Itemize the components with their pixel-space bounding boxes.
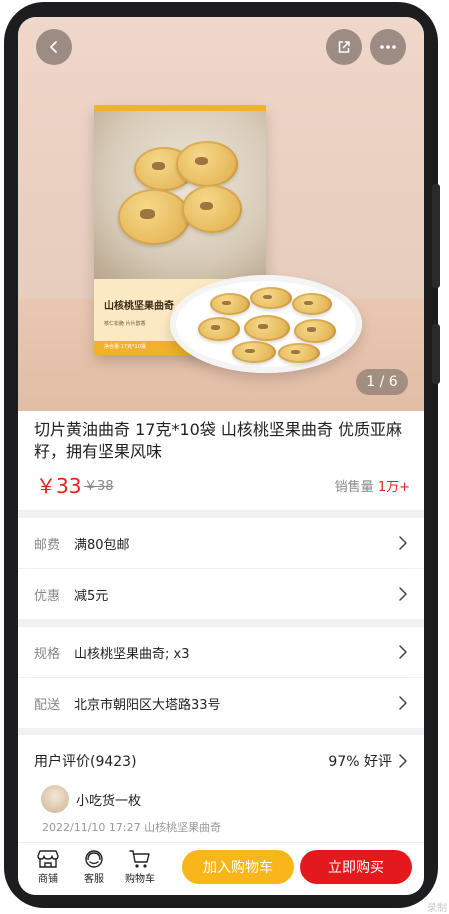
discount-label: 优惠 xyxy=(34,588,61,604)
avatar xyxy=(41,785,69,813)
cookie-plate-image xyxy=(170,275,362,373)
cookie-image xyxy=(118,189,190,245)
more-button[interactable] xyxy=(370,29,406,65)
delivery-row[interactable]: 配送 北京市朝阳区大塔路33号 xyxy=(18,678,424,728)
cookie-image xyxy=(210,293,250,315)
buy-now-button[interactable]: 立即购买 xyxy=(300,850,412,884)
share-button[interactable] xyxy=(326,29,362,65)
image-page-indicator: 1 / 6 xyxy=(356,369,408,395)
cookie-image xyxy=(278,343,320,363)
power-button xyxy=(432,324,440,384)
product-info-card: 切片黄油曲奇 17克*10袋 山核桃坚果曲奇 优质亚麻籽，拥有坚果风味 ￥33 … xyxy=(18,411,424,510)
sales-volume: 销售量 1万+ xyxy=(335,476,410,495)
shipping-label: 邮费 xyxy=(34,537,61,553)
delivery-label: 配送 xyxy=(34,697,61,713)
chevron-right-icon xyxy=(399,536,407,550)
store-icon xyxy=(37,850,59,868)
current-price: ￥33 xyxy=(36,474,82,498)
back-button[interactable] xyxy=(36,29,72,65)
sales-label: 销售量 xyxy=(334,480,374,495)
spec-label: 规格 xyxy=(34,646,61,662)
cookie-image xyxy=(176,141,238,187)
package-subtitle: 核仁松脆 片片醇香 xyxy=(104,321,146,327)
cookie-image xyxy=(198,317,240,341)
cookie-image xyxy=(294,319,336,343)
product-title: 切片黄油曲奇 17克*10袋 山核桃坚果曲奇 优质亚麻籽，拥有坚果风味 xyxy=(34,420,402,461)
shop-button[interactable]: 商铺 xyxy=(28,849,68,885)
service-label: 客服 xyxy=(84,874,104,885)
discount-value: 减5元 xyxy=(74,588,109,604)
cookie-image xyxy=(292,293,332,315)
chevron-right-icon xyxy=(399,754,407,768)
package-title: 山核桃坚果曲奇 xyxy=(104,301,174,312)
chevron-right-icon xyxy=(399,645,407,659)
delivery-address: 北京市朝阳区大塔路33号 xyxy=(74,697,221,713)
phone-frame: 山核桃坚果曲奇 核仁松脆 片片醇香 净含量:17克*10袋 1 / 6 切片黄油… xyxy=(4,2,440,908)
discount-row[interactable]: 优惠 减5元 xyxy=(18,569,424,619)
reviews-header: 用户评价(9423) xyxy=(34,754,137,770)
more-icon xyxy=(380,45,396,49)
shopping-cart-icon xyxy=(129,850,150,868)
reviews-section[interactable]: 用户评价(9423) 97% 好评 小吃货一枚 2022/11/10 17:27… xyxy=(18,735,424,845)
cookie-image xyxy=(250,287,292,309)
cart-label: 购物车 xyxy=(125,874,155,885)
service-button[interactable]: 客服 xyxy=(74,849,114,885)
cookie-image xyxy=(244,315,290,341)
spec-row[interactable]: 规格 山核桃坚果曲奇; x3 xyxy=(18,627,424,677)
chevron-left-icon xyxy=(50,41,57,53)
cookie-image xyxy=(232,341,276,363)
share-icon xyxy=(338,41,350,53)
bottom-action-bar: 商铺 客服 购物车 加入购物车 立即购买 xyxy=(18,842,424,895)
spec-value: 山核桃坚果曲奇; x3 xyxy=(74,646,190,662)
package-photo xyxy=(94,111,266,279)
shipping-value: 满80包邮 xyxy=(74,537,130,553)
recording-watermark: 录制 xyxy=(427,903,447,914)
chevron-right-icon xyxy=(399,587,407,601)
cart-button[interactable]: 购物车 xyxy=(120,849,160,885)
shop-label: 商铺 xyxy=(38,874,58,885)
cookie-image xyxy=(182,185,242,233)
package-net-weight: 净含量:17克*10袋 xyxy=(104,344,146,350)
original-price: ￥38 xyxy=(84,479,114,494)
add-to-cart-button[interactable]: 加入购物车 xyxy=(182,850,294,884)
volume-button xyxy=(432,184,440,288)
app-screen: 山核桃坚果曲奇 核仁松脆 片片醇香 净含量:17克*10袋 1 / 6 切片黄油… xyxy=(18,17,424,895)
customer-service-icon xyxy=(85,850,103,868)
shipping-row[interactable]: 邮费 满80包邮 xyxy=(18,518,424,568)
review-meta: 2022/11/10 17:27 山核桃坚果曲奇 xyxy=(42,821,222,834)
chevron-right-icon xyxy=(399,696,407,710)
positive-rate: 97% 好评 xyxy=(328,754,392,770)
sales-value: 1万+ xyxy=(377,480,410,495)
reviewer-name: 小吃货一枚 xyxy=(76,794,142,809)
product-image-gallery[interactable]: 山核桃坚果曲奇 核仁松脆 片片醇香 净含量:17克*10袋 1 / 6 xyxy=(18,17,424,411)
